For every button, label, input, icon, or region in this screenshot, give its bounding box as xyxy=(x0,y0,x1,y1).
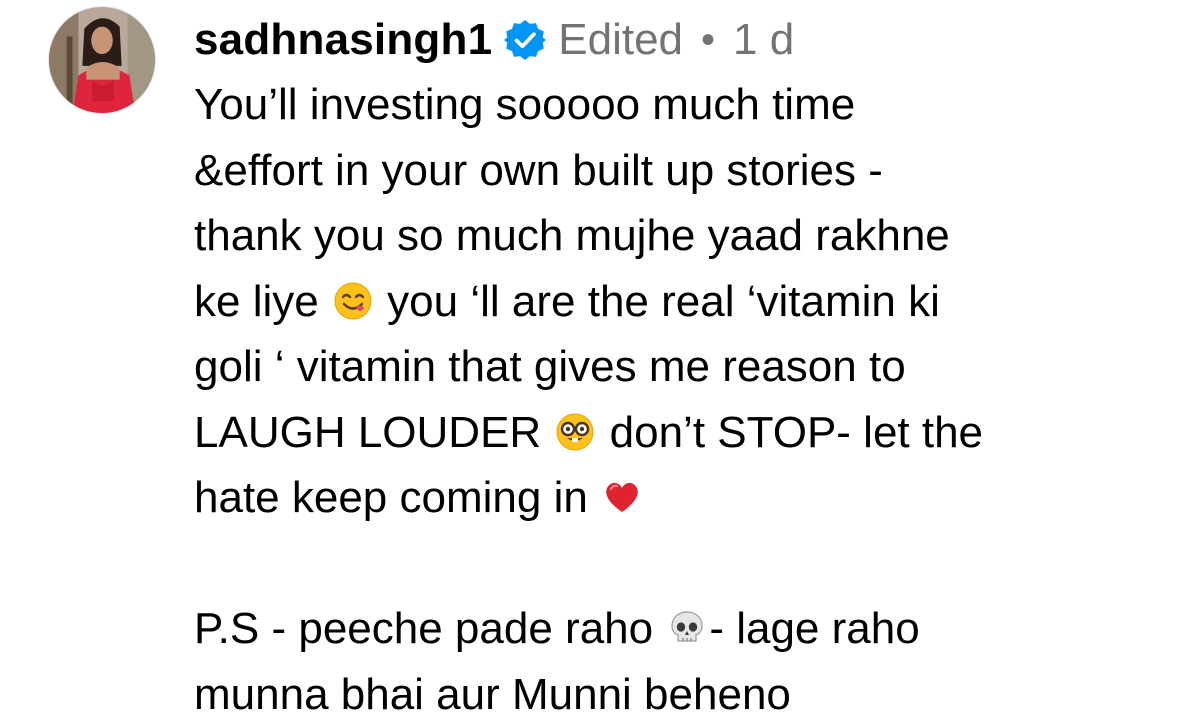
comment-line: goli ‘ vitamin that gives me reason to xyxy=(194,334,1174,400)
comment-timestamp[interactable]: 1 d xyxy=(733,4,794,76)
comment: sadhnasingh1 Edited • 1 d You’ll investi… xyxy=(0,0,1200,719)
comment-line: P.S - peeche pade raho - lage raho xyxy=(194,596,1174,662)
comment-line: You’ll investing sooooo much time xyxy=(194,72,1174,138)
skull-emoji xyxy=(667,608,707,648)
face-savoring-food-emoji xyxy=(333,281,373,321)
red-heart-emoji xyxy=(602,477,642,517)
comment-line: hate keep coming in xyxy=(194,465,1174,531)
comment-line: LAUGH LOUDER don’t STOP- let the xyxy=(194,400,1174,466)
edited-label: Edited xyxy=(558,4,683,76)
verified-badge-icon xyxy=(504,19,546,61)
comment-header: sadhnasingh1 Edited • 1 d xyxy=(194,4,1174,76)
username-link[interactable]: sadhnasingh1 xyxy=(194,4,492,76)
profile-photo xyxy=(49,7,155,113)
avatar[interactable] xyxy=(48,6,156,114)
comment-line: &effort in your own built up stories - xyxy=(194,138,1174,204)
blank-line xyxy=(194,531,1174,597)
nerd-face-emoji xyxy=(555,412,595,452)
comment-line: thank you so much mujhe yaad rakhne xyxy=(194,203,1174,269)
comment-body: sadhnasingh1 Edited • 1 d You’ll investi… xyxy=(194,4,1174,727)
comment-line: ke liye you ‘ll are the real ‘vitamin ki xyxy=(194,269,1174,335)
comment-text: You’ll investing sooooo much time &effor… xyxy=(194,72,1174,727)
comment-line: munna bhai aur Munni beheno xyxy=(194,662,1174,727)
meta-separator: • xyxy=(701,4,715,76)
